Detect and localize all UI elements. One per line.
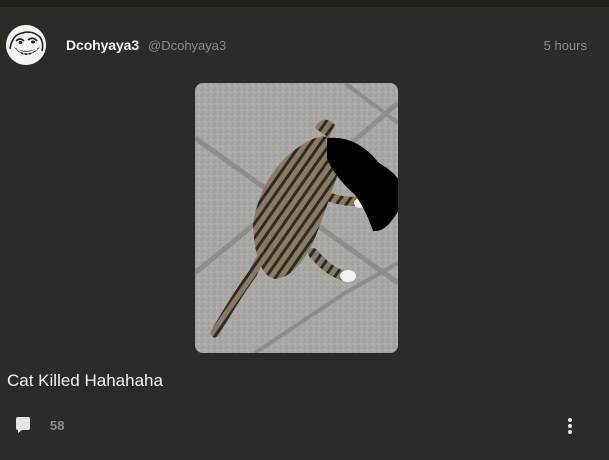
comment-count: 58 (50, 417, 65, 433)
comment-button[interactable]: 58 (14, 416, 64, 434)
top-strip (0, 0, 609, 7)
post-text: Cat Killed Hahahaha (7, 371, 163, 390)
post-card: Dcohyaya3 @Dcohyaya3 5 hours Cat Killed … (0, 7, 609, 460)
vertical-ellipsis-icon (568, 418, 572, 434)
comment-bubble-icon (16, 417, 30, 433)
cat-photo (195, 83, 398, 353)
avatar[interactable] (6, 25, 46, 65)
post-image[interactable] (195, 83, 398, 353)
more-options-button[interactable] (560, 416, 580, 436)
post-timestamp[interactable]: 5 hours (544, 38, 587, 53)
display-name[interactable]: Dcohyaya3 (66, 37, 139, 53)
user-handle[interactable]: @Dcohyaya3 (148, 38, 226, 53)
trollface-avatar-icon (6, 25, 46, 65)
